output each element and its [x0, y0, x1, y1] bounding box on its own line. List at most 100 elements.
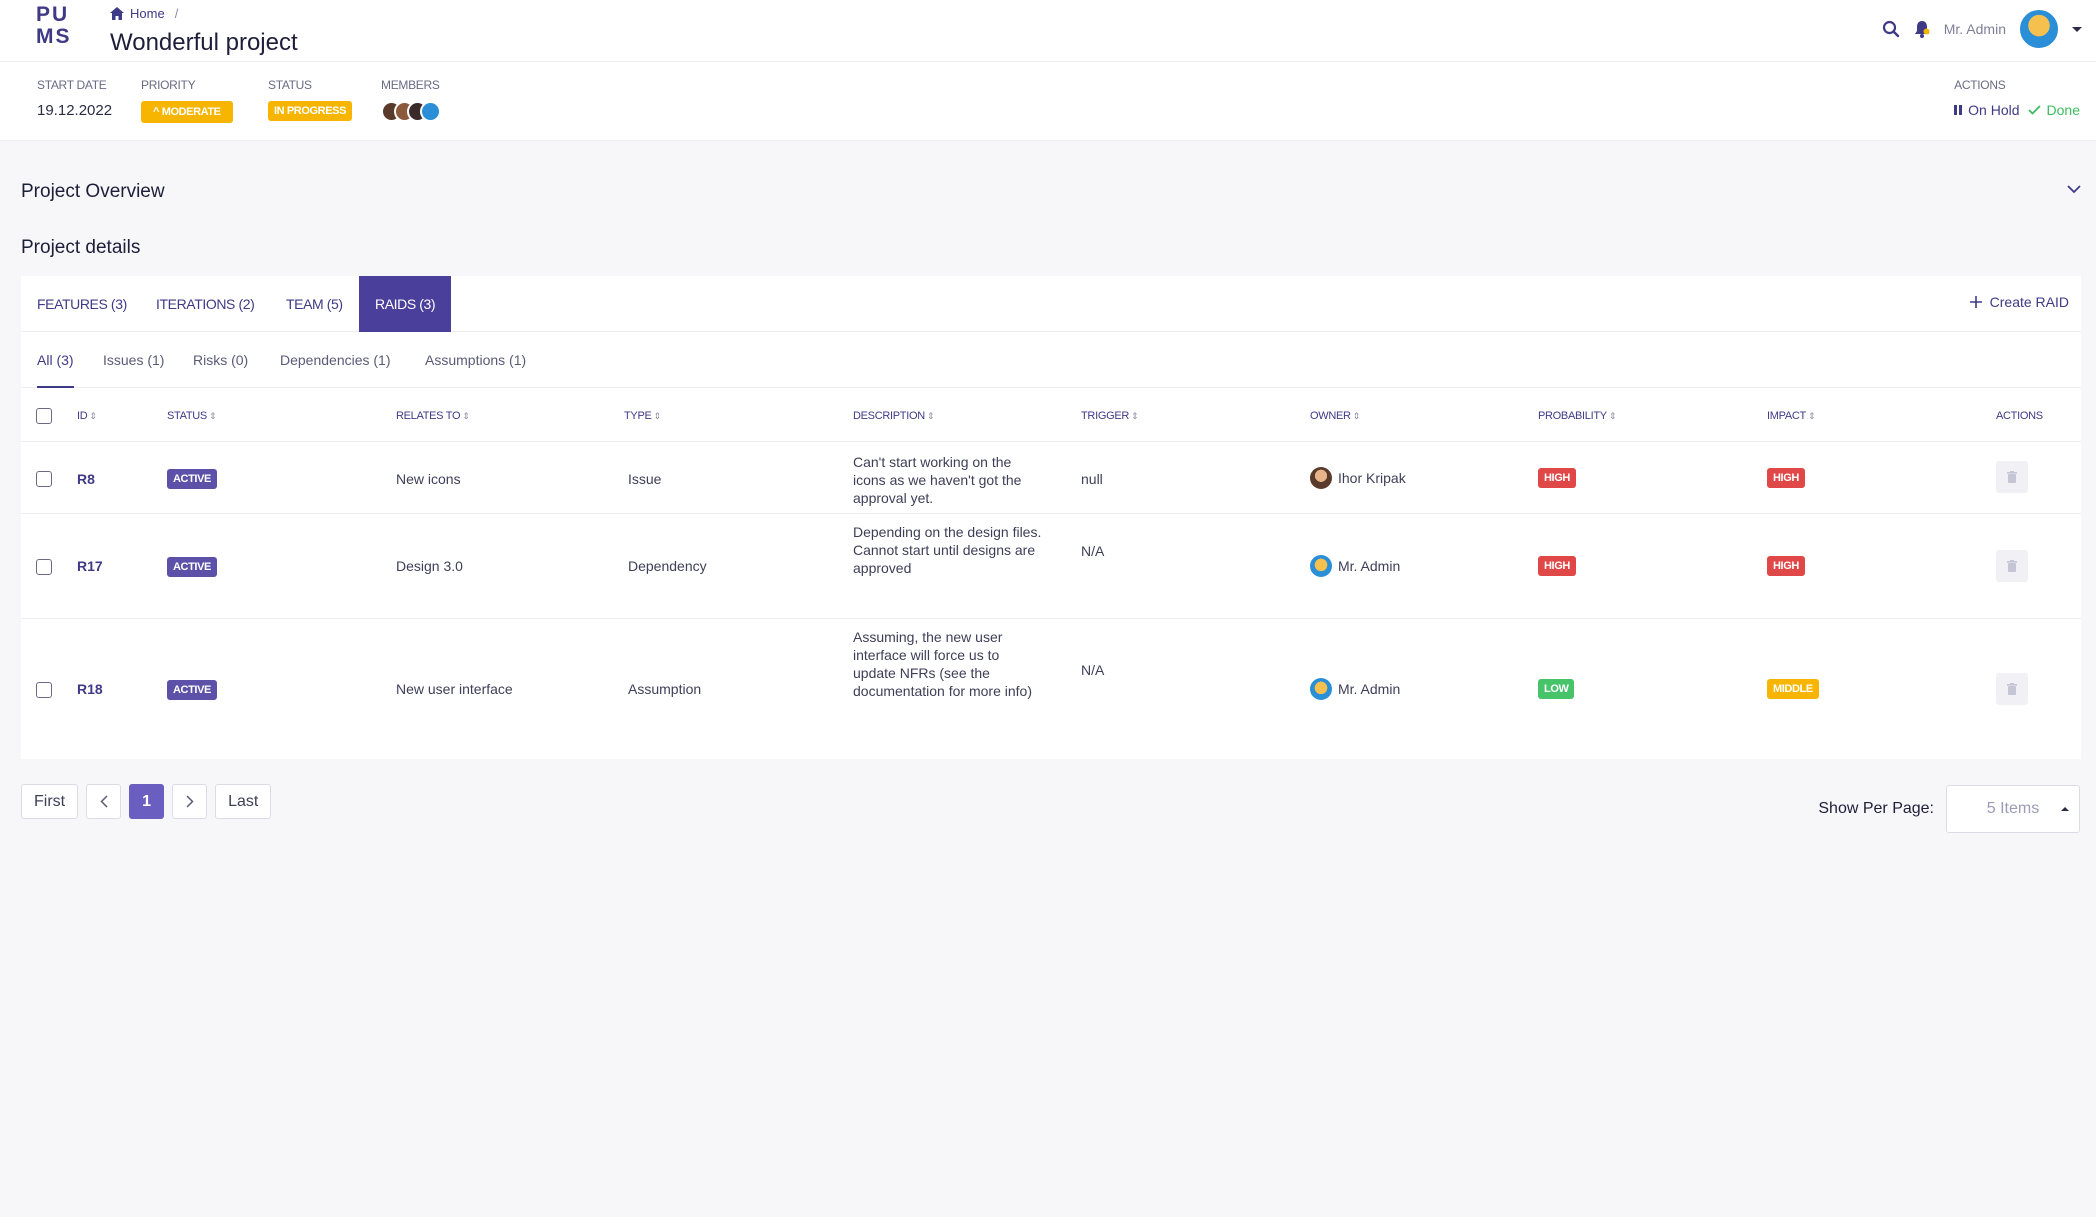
row-trigger: N/A	[1081, 543, 1105, 559]
owner-avatar	[1310, 555, 1332, 577]
last-page-button[interactable]: Last	[215, 784, 272, 819]
owner-name: Ihor Kripak	[1338, 470, 1406, 486]
subtab-all[interactable]: All (3)	[37, 332, 74, 388]
logo-bottom: MS	[36, 25, 72, 48]
sort-icon: ⇕	[1352, 411, 1361, 421]
user-name[interactable]: Mr. Admin	[1944, 21, 2006, 37]
row-status-badge: ACTIVE	[167, 680, 217, 700]
search-icon[interactable]	[1882, 20, 1900, 38]
sort-icon: ⇕	[208, 411, 217, 421]
per-page-control: Show Per Page: 5 Items	[1818, 785, 2080, 833]
status-badge: IN PROGRESS	[268, 101, 353, 121]
user-avatar[interactable]	[2020, 10, 2058, 48]
header-right: Mr. Admin	[1882, 9, 2082, 49]
row-id[interactable]: R17	[77, 558, 103, 574]
done-label: Done	[2046, 102, 2080, 118]
raids-card: FEATURES (3) ITERATIONS (2) TEAM (5) RAI…	[21, 276, 2081, 759]
breadcrumb-home-link[interactable]: Home	[130, 6, 165, 21]
col-status[interactable]: STATUS ⇕	[167, 410, 217, 422]
members-label: MEMBERS	[381, 78, 440, 92]
col-actions: ACTIONS	[1996, 410, 2043, 422]
per-page-label: Show Per Page:	[1818, 800, 1934, 817]
project-overview-toggle[interactable]: Project Overview	[21, 181, 2081, 209]
priority-badge: ^ MODERATE	[141, 101, 233, 123]
col-probability[interactable]: PROBABILITY ⇕	[1538, 410, 1616, 422]
first-page-button[interactable]: First	[21, 784, 79, 819]
next-page-button[interactable]	[172, 784, 208, 819]
row-id[interactable]: R18	[77, 681, 103, 697]
row-id[interactable]: R8	[77, 471, 95, 487]
row-probability-badge: HIGH	[1538, 556, 1576, 576]
done-button[interactable]: Done	[2027, 102, 2080, 118]
row-checkbox[interactable]	[36, 471, 52, 487]
top-bar: PU MS Home / Wonderful project Mr. Admin	[0, 0, 2096, 62]
select-all-checkbox[interactable]	[36, 408, 52, 424]
page-1-button[interactable]: 1	[129, 784, 165, 819]
col-type-label: TYPE	[624, 410, 652, 422]
start-date-label: START DATE	[37, 78, 107, 92]
app-logo[interactable]: PU MS	[36, 4, 80, 48]
actions-label: ACTIONS	[1954, 78, 2006, 92]
members-avatars[interactable]	[381, 101, 441, 122]
tab-raids[interactable]: RAIDS (3)	[359, 276, 452, 332]
row-type: Issue	[628, 471, 662, 487]
owner-name: Mr. Admin	[1338, 558, 1401, 574]
row-impact-badge: HIGH	[1767, 556, 1805, 576]
sort-icon: ⇕	[1807, 411, 1816, 421]
col-impact[interactable]: IMPACT ⇕	[1767, 410, 1816, 422]
breadcrumb: Home /	[110, 6, 178, 21]
status-group: STATUS IN PROGRESS	[268, 78, 353, 121]
row-relates-to: New user interface	[396, 681, 513, 697]
row-impact-badge: HIGH	[1767, 468, 1805, 488]
chevron-down-icon[interactable]	[2067, 185, 2081, 194]
delete-button[interactable]	[1996, 461, 2028, 493]
on-hold-button[interactable]: On Hold	[1954, 102, 2020, 118]
create-raid-label: Create RAID	[1989, 294, 2069, 310]
member-avatar[interactable]	[420, 101, 441, 122]
subtab-assumptions[interactable]: Assumptions (1)	[425, 332, 526, 388]
tab-features[interactable]: FEATURES (3)	[37, 276, 127, 332]
start-date-group: START DATE 19.12.2022	[37, 78, 112, 119]
subtab-risks[interactable]: Risks (0)	[193, 332, 248, 388]
delete-button[interactable]	[1996, 550, 2028, 582]
row-probability-badge: LOW	[1538, 679, 1575, 699]
actions-group: ACTIONS On Hold Done	[1954, 78, 2080, 118]
row-status-badge: ACTIVE	[167, 557, 217, 577]
delete-button[interactable]	[1996, 673, 2028, 705]
row-impact-badge: MIDDLE	[1767, 679, 1819, 699]
row-checkbox[interactable]	[36, 559, 52, 575]
caret-up-icon	[2061, 807, 2069, 811]
tab-iterations[interactable]: ITERATIONS (2)	[156, 276, 255, 332]
col-impact-label: IMPACT	[1767, 410, 1806, 422]
tab-team[interactable]: TEAM (5)	[286, 276, 343, 332]
col-owner[interactable]: OWNER ⇕	[1310, 410, 1360, 422]
row-type: Dependency	[628, 558, 707, 574]
create-raid-button[interactable]: Create RAID	[1969, 294, 2069, 310]
col-probability-label: PROBABILITY	[1538, 410, 1607, 422]
col-description[interactable]: DESCRIPTION ⇕	[853, 410, 934, 422]
col-id[interactable]: ID ⇕	[77, 410, 97, 422]
project-meta-bar: START DATE 19.12.2022 PRIORITY ^ MODERAT…	[0, 62, 2096, 141]
trash-icon	[2007, 683, 2017, 695]
row-description: Assuming, the new user interface will fo…	[853, 629, 1032, 699]
subtab-issues[interactable]: Issues (1)	[103, 332, 164, 388]
sort-icon: ⇕	[653, 411, 662, 421]
col-trigger[interactable]: TRIGGER ⇕	[1081, 410, 1139, 422]
row-owner: Mr. Admin	[1310, 678, 1400, 700]
start-date-value: 19.12.2022	[37, 102, 113, 119]
col-description-label: DESCRIPTION	[853, 410, 925, 422]
col-relates-to[interactable]: RELATES TO ⇕	[396, 410, 470, 422]
sort-icon: ⇕	[926, 411, 935, 421]
per-page-select[interactable]: 5 Items	[1946, 785, 2080, 833]
bell-icon[interactable]	[1914, 20, 1930, 38]
row-trigger: N/A	[1081, 662, 1105, 678]
prev-page-button[interactable]	[86, 784, 122, 819]
owner-name: Mr. Admin	[1338, 681, 1401, 697]
check-icon	[2027, 105, 2041, 115]
row-owner: Mr. Admin	[1310, 555, 1400, 577]
row-checkbox[interactable]	[36, 682, 52, 698]
chevron-right-icon	[186, 795, 194, 808]
col-type[interactable]: TYPE ⇕	[624, 410, 661, 422]
subtab-dependencies[interactable]: Dependencies (1)	[280, 332, 391, 388]
user-menu-chevron-down-icon[interactable]	[2072, 26, 2082, 32]
